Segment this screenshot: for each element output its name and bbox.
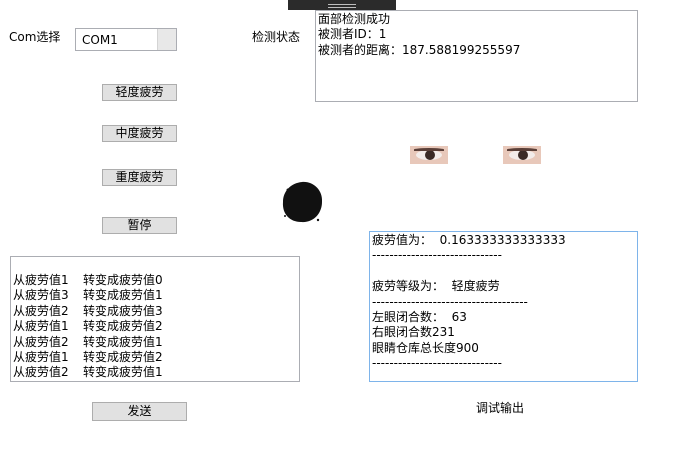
debug-separator: ------------------------------ (372, 356, 502, 371)
moderate-fatigue-button[interactable]: 中度疲劳 (102, 125, 177, 142)
mild-fatigue-button[interactable]: 轻度疲劳 (102, 84, 177, 101)
transition-to: 转变成疲劳值1 (83, 365, 163, 380)
transition-row: 从疲劳值2 转变成疲劳值1 (13, 335, 297, 350)
right-eye-image (503, 146, 541, 164)
detect-line: 被测者的距离：187.588199255597 (318, 42, 521, 57)
grip-line (328, 4, 356, 5)
detect-line: 面部检测成功 (318, 12, 391, 26)
transition-from: 从疲劳值2 (13, 365, 69, 380)
transition-row: 从疲劳值2 转变成疲劳值3 (13, 304, 297, 319)
pause-button[interactable]: 暂停 (102, 217, 177, 234)
transition-from: 从疲劳值2 (13, 334, 69, 349)
transition-to: 转变成疲劳值2 (83, 319, 163, 334)
transition-row: 从疲劳值3 转变成疲劳值1 (13, 288, 297, 303)
transition-log-box[interactable]: 从疲劳值1 转变成疲劳值0 从疲劳值3 转变成疲劳值1 从疲劳值2 转变成疲劳值3 从… (10, 256, 300, 382)
com-selected-value: COM1 (82, 33, 118, 47)
com-select[interactable]: COM1 (75, 28, 177, 51)
detect-status-label: 检测状态 (252, 30, 301, 44)
transition-row: 从疲劳值1 转变成疲劳值2 (13, 350, 297, 365)
transition-to: 转变成疲劳值3 (83, 303, 163, 318)
debug-line: 眼睛仓库总长度900 (372, 340, 479, 355)
transition-from: 从疲劳值3 (13, 288, 69, 303)
transition-row: 从疲劳值2 转变成疲劳值1 (13, 365, 297, 380)
debug-output-box[interactable]: 疲劳值为： 0.163333333333333 ----------------… (369, 231, 638, 382)
face-indicator-blob (282, 181, 323, 223)
transition-row: 从疲劳值1 转变成疲劳值0 (13, 273, 297, 288)
debug-line: 右眼闭合数231 (372, 325, 455, 340)
title-bar-handle[interactable] (288, 0, 396, 10)
debug-output-label: 调试输出 (476, 401, 525, 415)
com-label: Com选择 (9, 30, 61, 44)
transition-from: 从疲劳值1 (13, 319, 69, 334)
transition-row: 从疲劳值1 转变成疲劳值2 (13, 319, 297, 334)
dropdown-arrow-icon[interactable] (157, 29, 176, 50)
grip-line (328, 7, 356, 8)
severe-fatigue-button[interactable]: 重度疲劳 (102, 169, 177, 186)
debug-line (372, 264, 635, 279)
transition-from: 从疲劳值2 (13, 303, 69, 318)
debug-separator: ------------------------------ (372, 248, 502, 263)
send-button[interactable]: 发送 (92, 402, 187, 421)
debug-line: 左眼闭合数： 63 (372, 309, 467, 324)
debug-separator: ------------------------------------ (372, 294, 528, 309)
left-eye-image (410, 146, 448, 164)
debug-line: 疲劳值为： 0.163333333333333 (372, 233, 566, 247)
debug-line: 疲劳等级为： 轻度疲劳 (372, 279, 500, 294)
transition-to: 转变成疲劳值0 (83, 273, 163, 287)
transition-to: 转变成疲劳值2 (83, 349, 163, 364)
transition-to: 转变成疲劳值1 (83, 288, 163, 303)
transition-from: 从疲劳值1 (13, 349, 69, 364)
detect-line: 被测者ID：1 (318, 27, 387, 42)
detect-status-box[interactable]: 面部检测成功 被测者ID：1 被测者的距离：187.588199255597 (315, 10, 638, 102)
transition-to: 转变成疲劳值1 (83, 334, 163, 349)
transition-from: 从疲劳值1 (13, 273, 69, 287)
